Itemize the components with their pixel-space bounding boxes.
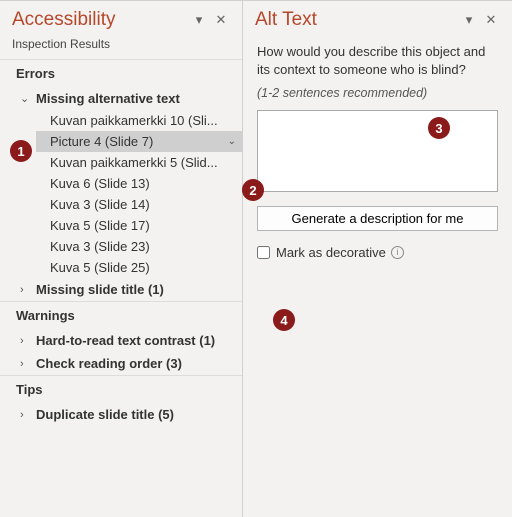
chevron-right-icon: › <box>20 284 36 296</box>
alt-text-hint: (1-2 sentences recommended) <box>243 80 512 110</box>
chevron-right-icon: › <box>20 358 36 370</box>
tips-section: Tips <box>0 375 242 403</box>
close-icon[interactable]: ✕ <box>480 9 502 31</box>
alt-text-pane: Alt Text ▾ ✕ How would you describe this… <box>243 1 512 517</box>
error-item[interactable]: Kuvan paikkamerkki 10 (Sli... <box>36 110 242 131</box>
alt-text-title: Alt Text <box>255 9 458 31</box>
callout-badge-2: 2 <box>242 179 264 201</box>
chevron-down-icon: ⌄ <box>20 92 36 105</box>
warnings-section: Warnings <box>0 301 242 329</box>
error-item[interactable]: Picture 4 (Slide 7) ⌄ <box>36 131 242 152</box>
group-missing-slide-title[interactable]: › Missing slide title (1) <box>0 278 242 301</box>
error-item[interactable]: Kuva 3 (Slide 23) <box>36 236 242 257</box>
callout-badge-3: 3 <box>428 117 450 139</box>
callout-badge-4: 4 <box>273 309 295 331</box>
info-icon[interactable]: i <box>391 246 404 259</box>
chevron-right-icon: › <box>20 409 36 421</box>
accessibility-pane: Accessibility ▾ ✕ Inspection Results Err… <box>0 1 243 517</box>
group-missing-alt-text[interactable]: ⌄ Missing alternative text <box>0 87 242 110</box>
alt-text-description: How would you describe this object and i… <box>243 35 512 80</box>
group-label: Hard-to-read text contrast (1) <box>36 333 215 348</box>
generate-description-button[interactable]: Generate a description for me <box>257 206 498 231</box>
group-duplicate-slide-title[interactable]: › Duplicate slide title (5) <box>0 403 242 426</box>
callout-badge-1: 1 <box>10 140 32 162</box>
group-check-reading-order[interactable]: › Check reading order (3) <box>0 352 242 375</box>
group-label: Check reading order (3) <box>36 356 182 371</box>
error-item[interactable]: Kuvan paikkamerkki 5 (Slid... <box>36 152 242 173</box>
chevron-down-icon[interactable]: ⌄ <box>228 136 236 147</box>
alt-text-input[interactable] <box>257 110 498 192</box>
group-label: Duplicate slide title (5) <box>36 407 174 422</box>
group-label: Missing alternative text <box>36 91 180 106</box>
mark-decorative-checkbox[interactable] <box>257 246 270 259</box>
error-item[interactable]: Kuva 5 (Slide 17) <box>36 215 242 236</box>
group-label: Missing slide title (1) <box>36 282 164 297</box>
group-hard-to-read[interactable]: › Hard-to-read text contrast (1) <box>0 329 242 352</box>
mark-decorative-label: Mark as decorative <box>276 245 386 260</box>
accessibility-title: Accessibility <box>12 9 188 31</box>
close-icon[interactable]: ✕ <box>210 9 232 31</box>
error-item[interactable]: Kuva 3 (Slide 14) <box>36 194 242 215</box>
pane-options-icon[interactable]: ▾ <box>188 9 210 31</box>
missing-alt-item-list: Kuvan paikkamerkki 10 (Sli... Picture 4 … <box>0 110 242 278</box>
error-item[interactable]: Kuva 5 (Slide 25) <box>36 257 242 278</box>
chevron-right-icon: › <box>20 335 36 347</box>
error-item[interactable]: Kuva 6 (Slide 13) <box>36 173 242 194</box>
inspection-results-label: Inspection Results <box>0 35 242 59</box>
pane-options-icon[interactable]: ▾ <box>458 9 480 31</box>
errors-section: Errors <box>0 59 242 87</box>
